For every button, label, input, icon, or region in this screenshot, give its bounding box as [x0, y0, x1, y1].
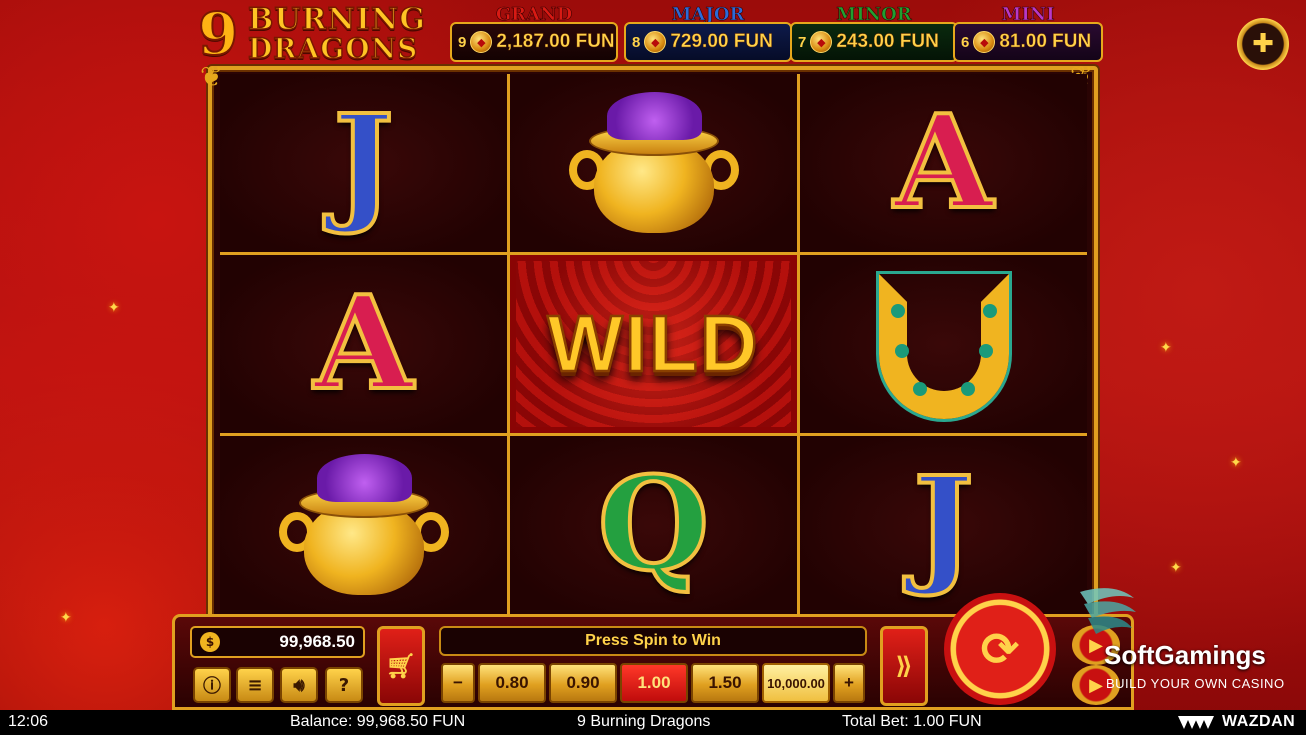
turbo-button[interactable]: ⟫: [880, 626, 928, 706]
symbol-j: J: [911, 450, 976, 600]
reel-divider: [220, 252, 1087, 255]
softgamings-logo-icon: [1080, 588, 1136, 634]
symbol-pot-of-gems: [278, 450, 449, 600]
reel-cell: [220, 436, 507, 614]
balance-display: $ 99,968.50: [190, 626, 365, 658]
money-bag-icon: $: [200, 632, 220, 652]
jackpot-count: 7: [798, 33, 807, 51]
dragon-coin-icon: ◆: [644, 31, 667, 53]
dragon-coin-icon: ◆: [470, 31, 493, 53]
jackpot-minor: MINOR 7 ◆ 243.00 FUN: [790, 4, 958, 62]
settings-button[interactable]: ✚: [1237, 18, 1289, 70]
jackpot-count: 6: [961, 33, 970, 51]
provider-name: WAZDAN: [1222, 713, 1296, 730]
status-message: Press Spin to Win: [439, 626, 867, 656]
bet-option-selected[interactable]: 1.00: [620, 663, 688, 703]
help-button[interactable]: ?: [325, 667, 363, 703]
status-balance: Balance: 99,968.50 FUN: [290, 713, 466, 730]
wazdan-logo-icon: [1178, 716, 1214, 729]
symbol-wild: WILD: [546, 298, 760, 390]
sparkle-decoration: ✦: [108, 300, 120, 316]
dragon-coin-icon: ◆: [973, 31, 996, 53]
logo-number: 9: [197, 0, 239, 69]
sound-button[interactable]: 🔊︎: [280, 667, 318, 703]
spin-button[interactable]: ⟳: [944, 593, 1056, 705]
sparkle-decoration: ✦: [1160, 340, 1172, 356]
dragon-coin-icon: ◆: [810, 31, 833, 53]
jackpot-value: 81.00 FUN: [999, 31, 1092, 52]
symbol-q: Q: [596, 450, 711, 600]
logo-line2: DRAGONS: [247, 31, 419, 66]
reel-divider: [220, 433, 1087, 436]
info-button[interactable]: ⓘ: [193, 667, 231, 703]
reel-cell: A: [800, 74, 1087, 252]
menu-icon: ≡: [247, 674, 263, 696]
symbol-horseshoe: [869, 264, 1019, 424]
clock: 12:06: [8, 713, 49, 730]
jackpot-value: 2,187.00 FUN: [496, 31, 615, 52]
reel-cell: [510, 74, 797, 252]
symbol-j: J: [331, 88, 396, 238]
info-icon: ⓘ: [203, 676, 221, 697]
jackpot-value: 729.00 FUN: [670, 31, 773, 52]
jackpot-grand: GRAND 9 ◆ 2,187.00 FUN: [450, 4, 618, 62]
bet-option[interactable]: 1.50: [691, 663, 759, 703]
turbo-icon: ⟫: [895, 652, 913, 680]
status-bar: 12:06 Balance: 99,968.50 FUN 9 Burning D…: [0, 710, 1306, 735]
bet-option[interactable]: 0.90: [549, 663, 617, 703]
status-game-title: 9 Burning Dragons: [577, 713, 711, 730]
bet-option[interactable]: 0.80: [478, 663, 546, 703]
cart-icon: 🛒︎: [385, 652, 417, 680]
plus-icon: +: [844, 673, 854, 692]
reel-cell: [800, 255, 1087, 433]
minus-icon: −: [453, 673, 463, 692]
symbol-pot-of-gems: [568, 88, 739, 238]
balance-value: 99,968.50: [279, 632, 355, 651]
spin-icon: ⟳: [980, 622, 1020, 676]
game-logo: 9 BURNING DRAGONS: [197, 0, 443, 69]
sparkle-decoration: ✦: [60, 610, 72, 626]
softgamings-tagline: BUILD YOUR OWN CASINO: [1106, 676, 1285, 691]
jackpot-mini: MINI 6 ◆ 81.00 FUN: [953, 4, 1103, 62]
symbol-a: A: [892, 88, 995, 238]
reel-cell: J: [220, 74, 507, 252]
reel-divider: [507, 74, 510, 614]
reel-grid: J A A WILD Q J: [220, 74, 1087, 614]
bet-decrease-button[interactable]: −: [441, 663, 475, 703]
softgamings-name: SoftGamings: [1104, 640, 1266, 670]
bet-increase-button[interactable]: +: [833, 663, 865, 703]
buy-feature-button[interactable]: 🛒︎: [377, 626, 425, 706]
menu-button[interactable]: ≡: [236, 667, 274, 703]
sparkle-decoration: ✦: [1230, 455, 1242, 471]
play-icon: ▶: [1089, 674, 1103, 696]
jackpot-value: 243.00 FUN: [836, 31, 939, 52]
sound-icon: 🔊︎: [293, 674, 305, 696]
jackpot-count: 9: [458, 33, 467, 51]
sparkle-decoration: ✦: [1170, 560, 1182, 576]
status-total-bet: Total Bet: 1.00 FUN: [842, 713, 982, 730]
reel-divider: [797, 74, 800, 614]
reel-cell: A: [220, 255, 507, 433]
plus-menu-icon: ✚: [1252, 29, 1274, 59]
reel-cell: Q: [510, 436, 797, 614]
reel-cell: WILD: [510, 255, 797, 433]
reel-cell: J: [800, 436, 1087, 614]
help-icon: ?: [338, 674, 350, 696]
bet-option-max[interactable]: 10,000.00: [762, 663, 830, 703]
symbol-a: A: [312, 269, 415, 419]
jackpot-count: 8: [632, 33, 641, 51]
jackpot-major: MAJOR 8 ◆ 729.00 FUN: [624, 4, 792, 62]
